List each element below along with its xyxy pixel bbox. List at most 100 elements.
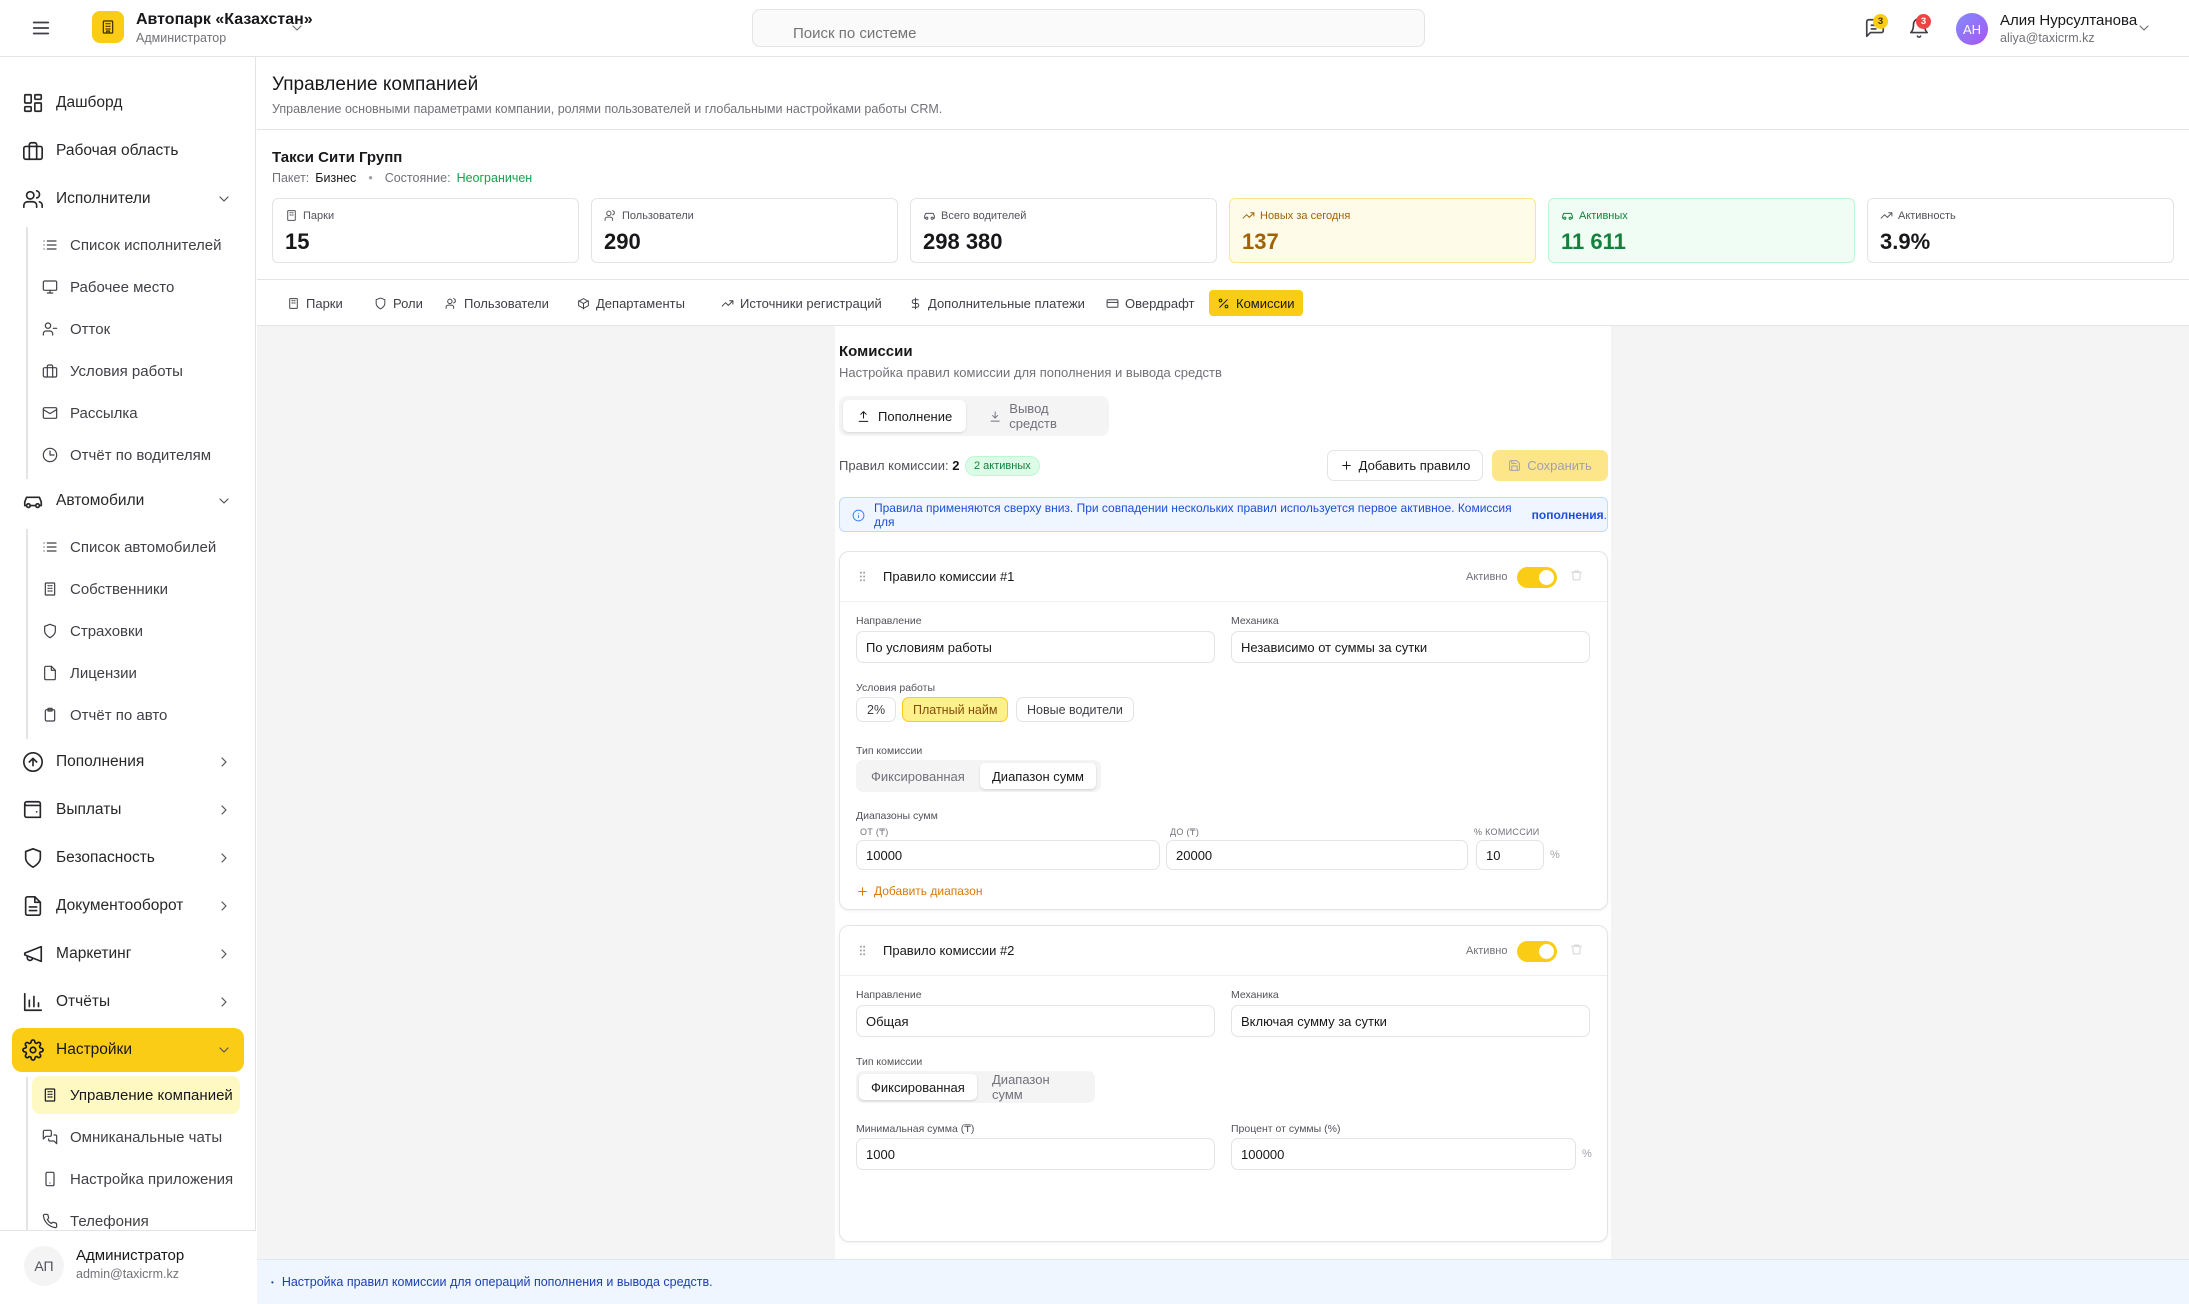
users-icon [445, 297, 456, 309]
list-icon [43, 542, 57, 552]
sidebar-item-label: Исполнители [56, 190, 151, 207]
condition-chip-selected[interactable]: Платный найм [902, 697, 1009, 722]
type-range[interactable]: Диапазон сумм [980, 763, 1096, 789]
sidebar-subitem-omnichannel[interactable]: Омниканальные чаты [32, 1118, 240, 1156]
button-label: Сохранить [1527, 458, 1592, 473]
admin-avatar[interactable]: АП [24, 1246, 64, 1286]
wallet-icon [23, 800, 42, 819]
sidebar-subitem-label: Телефония [70, 1212, 149, 1230]
sidebar-item-payouts[interactable]: Выплаты [12, 788, 244, 832]
segment-withdraw[interactable]: Вывод средств [975, 400, 1109, 432]
chevron-down-icon [219, 498, 229, 504]
sidebar-item-label: Рабочая область [56, 142, 179, 159]
trending-up-icon [1880, 212, 1893, 219]
tab-reg-sources[interactable]: Источники регистраций [713, 290, 890, 316]
save-button[interactable]: Сохранить [1492, 450, 1608, 481]
sidebar-item-docflow[interactable]: Документооборот [12, 884, 244, 928]
user-avatar[interactable]: АН [1956, 13, 1988, 45]
commission-type-toggle: Фиксированная Диапазон сумм [856, 760, 1101, 792]
sidebar-subitem-label: Рабочее место [70, 278, 175, 296]
sidebar-subitem-licenses[interactable]: Лицензии [32, 654, 240, 692]
add-range-button[interactable]: Добавить диапазон [856, 884, 982, 898]
type-fixed[interactable]: Фиксированная [859, 1074, 977, 1100]
ranges-label: Диапазоны сумм [856, 810, 938, 822]
direction-label: Направление [856, 989, 922, 1001]
sidebar-item-topups[interactable]: Пополнения [12, 740, 244, 784]
mechanics-select[interactable]: Независимо от суммы за сутки [1231, 631, 1590, 663]
trash-icon[interactable] [1570, 569, 1583, 582]
sidebar-subitem-cars-list[interactable]: Список автомобилей [32, 528, 240, 566]
sidebar-item-security[interactable]: Безопасность [12, 836, 244, 880]
sidebar-subitem-churn[interactable]: Отток [32, 310, 240, 348]
stat-label: Всего водителей [941, 209, 1027, 222]
sidebar-subitem-cars-report[interactable]: Отчёт по авто [32, 696, 240, 734]
sidebar-item-executors[interactable]: Исполнители [12, 177, 244, 221]
add-rule-button[interactable]: Добавить правило [1327, 450, 1483, 481]
sidebar-subitem-company-management[interactable]: Управление компанией [32, 1076, 240, 1114]
drag-handle-icon[interactable] [856, 570, 869, 583]
package-label: Пакет: [272, 171, 310, 185]
company-switcher-name[interactable]: Автопарк «Казахстан» [136, 11, 313, 29]
arrow-up-circle-icon [23, 752, 43, 772]
active-toggle[interactable] [1517, 567, 1557, 588]
sidebar-subitem-owners[interactable]: Собственники [32, 570, 240, 608]
drag-handle-icon[interactable] [856, 944, 869, 957]
sidebar-item-settings[interactable]: Настройки [12, 1028, 244, 1072]
sidebar-subitem-workplace[interactable]: Рабочее место [32, 268, 240, 306]
tab-label: Источники регистраций [740, 295, 882, 311]
tab-users[interactable]: Пользователи [437, 290, 557, 316]
notifications-badge: 3 [1916, 14, 1931, 29]
percent-input[interactable]: 100000 [1231, 1138, 1576, 1170]
range-to-input[interactable]: 20000 [1166, 840, 1468, 870]
sidebar-item-dashboard[interactable]: Дашборд [12, 81, 244, 125]
hamburger-menu-icon[interactable] [30, 17, 52, 39]
tab-overdraft[interactable]: Овердрафт [1098, 290, 1202, 316]
tab-roles[interactable]: Роли [366, 290, 431, 316]
sidebar-item-workspace[interactable]: Рабочая область [12, 129, 244, 173]
stat-label: Пользователи [622, 209, 694, 222]
chevron-down-icon[interactable] [2136, 20, 2152, 36]
direction-select[interactable]: Общая [856, 1005, 1215, 1037]
sidebar-subitem-insurance[interactable]: Страховки [32, 612, 240, 650]
package-value: Бизнес [315, 171, 357, 185]
sidebar-item-cars[interactable]: Автомобили [12, 479, 244, 523]
mechanics-select[interactable]: Включая сумму за сутки [1231, 1005, 1590, 1037]
range-pct-input[interactable]: 10 [1476, 840, 1544, 870]
direction-select[interactable]: По условиям работы [856, 631, 1215, 663]
sidebar-subitem-work-conditions[interactable]: Условия работы [32, 352, 240, 390]
condition-chip[interactable]: Новые водители [1016, 697, 1134, 722]
sidebar-subitem-label: Управление компанией [70, 1086, 233, 1104]
sidebar-subitem-mailing[interactable]: Рассылка [32, 394, 240, 432]
sidebar-subitem-app-settings[interactable]: Настройка приложения [32, 1160, 240, 1198]
building-icon [44, 582, 56, 596]
tab-parks[interactable]: Парки [279, 290, 351, 316]
trash-icon[interactable] [1570, 943, 1583, 956]
chevron-down-icon[interactable] [289, 20, 305, 36]
stat-label: Активных [1579, 209, 1628, 222]
sidebar-item-marketing[interactable]: Маркетинг [12, 932, 244, 976]
main-content: Управление компанией Управление основным… [257, 57, 2189, 1304]
stat-card-new-today: Новых за сегодня 137 [1229, 198, 1536, 263]
sidebar-subitem-executors-list[interactable]: Список исполнителей [32, 226, 240, 264]
segment-topup[interactable]: Пополнение [843, 400, 967, 432]
tab-commissions[interactable]: Комиссии [1209, 290, 1303, 316]
car-icon [924, 212, 935, 220]
rule-title: Правило комиссии #2 [883, 943, 1015, 958]
rule-header: Правило комиссии #1 Активно [840, 552, 1607, 602]
active-label: Активно [1466, 945, 1508, 957]
type-range[interactable]: Диапазон сумм [980, 1072, 1095, 1102]
tab-departments[interactable]: Департаменты [569, 290, 693, 316]
commissions-subtitle: Настройка правил комиссии для пополнения… [839, 365, 1222, 380]
active-toggle[interactable] [1517, 941, 1557, 962]
tab-extra-payments[interactable]: Дополнительные платежи [901, 290, 1093, 316]
condition-chip[interactable]: 2% [856, 697, 897, 722]
type-fixed[interactable]: Фиксированная [859, 763, 977, 789]
min-amount-input[interactable]: 1000 [856, 1138, 1215, 1170]
range-from-input[interactable]: 10000 [856, 840, 1160, 870]
sidebar-item-reports[interactable]: Отчёты [12, 980, 244, 1024]
user-name[interactable]: Алия Нурсултанова [2000, 12, 2137, 29]
search-input[interactable] [752, 9, 1425, 47]
stat-card-drivers: Всего водителей 298 380 [910, 198, 1217, 263]
shield-icon [375, 297, 386, 309]
sidebar-subitem-drivers-report[interactable]: Отчёт по водителям [32, 436, 240, 474]
